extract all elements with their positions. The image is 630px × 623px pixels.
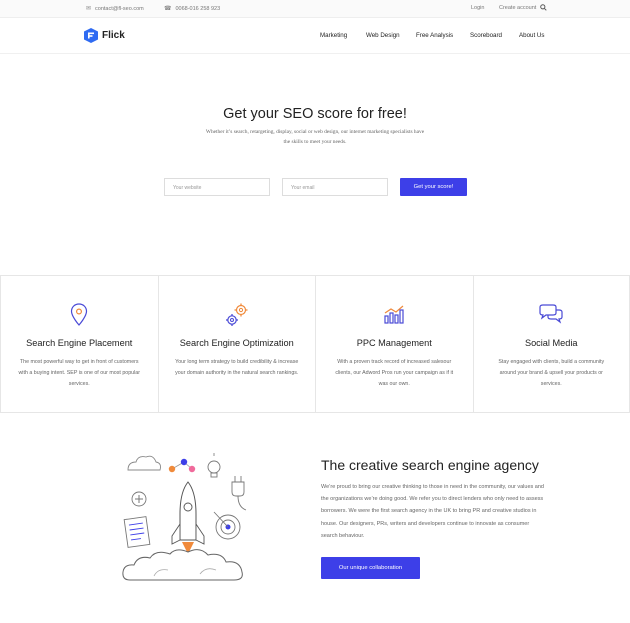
agency-text: We’re proud to bring our creative thinki… [321, 484, 544, 539]
contact-phone-text: 0068-016 258 923 [175, 5, 221, 12]
hero-title: Get your SEO score for free! [223, 106, 407, 122]
services-section: Search Engine Placement The most powerfu… [0, 275, 630, 413]
service-title: PPC Management [356, 338, 432, 348]
contact-email[interactable]: ✉ contact@fl-seo.com [86, 5, 144, 13]
login-link[interactable]: Login [471, 5, 484, 11]
service-card-social[interactable]: Social Media Stay engaged with clients, … [472, 276, 630, 412]
agency-title: The creative search engine agency [321, 457, 539, 473]
website-input[interactable]: Your website [164, 178, 270, 196]
bar-chart-icon [316, 302, 473, 328]
contact-phone[interactable]: ☎ 0068-016 258 923 [164, 5, 221, 13]
nav-item-about-us[interactable]: About Us [519, 32, 544, 39]
service-title: Search Engine Optimization [179, 338, 294, 348]
nav-item-marketing[interactable]: Marketing [320, 32, 347, 39]
create-account-label: Create account [499, 5, 537, 11]
service-desc: Stay engaged with clients, build a commu… [498, 359, 605, 387]
service-card-optimization[interactable]: Search Engine Optimization Your long ter… [157, 276, 316, 412]
contact-email-text: contact@fl-seo.com [95, 5, 144, 12]
search-icon[interactable] [540, 4, 547, 11]
logo[interactable]: Flick [84, 28, 125, 43]
site-header: Flick Marketing Web Design Free Analysis… [0, 18, 630, 54]
email-input[interactable]: Your email [282, 178, 388, 196]
phone-icon: ☎ [164, 6, 172, 12]
create-account-link[interactable]: Create account [499, 5, 536, 11]
chat-bubbles-icon [474, 302, 630, 328]
service-card-placement[interactable]: Search Engine Placement The most powerfu… [0, 276, 158, 412]
nav-item-scoreboard[interactable]: Scoreboard [470, 32, 502, 39]
login-label: Login [471, 5, 485, 11]
unique-collaboration-button[interactable]: Our unique collaboration [321, 557, 420, 579]
hero-subtitle: Whether it’s search, retargeting, displa… [205, 129, 425, 145]
gears-icon [159, 302, 316, 328]
mail-icon: ✉ [86, 6, 92, 12]
logo-text: Flick [102, 30, 125, 41]
service-title: Social Media [524, 338, 578, 348]
nav-item-web-design[interactable]: Web Design [366, 32, 400, 39]
service-card-ppc[interactable]: PPC Management With a proven track recor… [315, 276, 473, 412]
logo-icon [84, 28, 98, 43]
service-title: Search Engine Placement [26, 338, 133, 348]
get-score-button[interactable]: Get your score! [400, 178, 467, 196]
nav-item-free-analysis[interactable]: Free Analysis [416, 32, 453, 39]
rocket-launch-illustration [122, 453, 247, 581]
top-bar: ✉ contact@fl-seo.com ☎ 0068-016 258 923 … [0, 0, 630, 18]
service-desc: With a proven track record of increased … [335, 359, 454, 387]
service-desc: The most powerful way to get in front of… [18, 359, 140, 387]
service-desc: Your long term strategy to build credibi… [175, 359, 299, 376]
map-pin-icon [1, 302, 158, 328]
